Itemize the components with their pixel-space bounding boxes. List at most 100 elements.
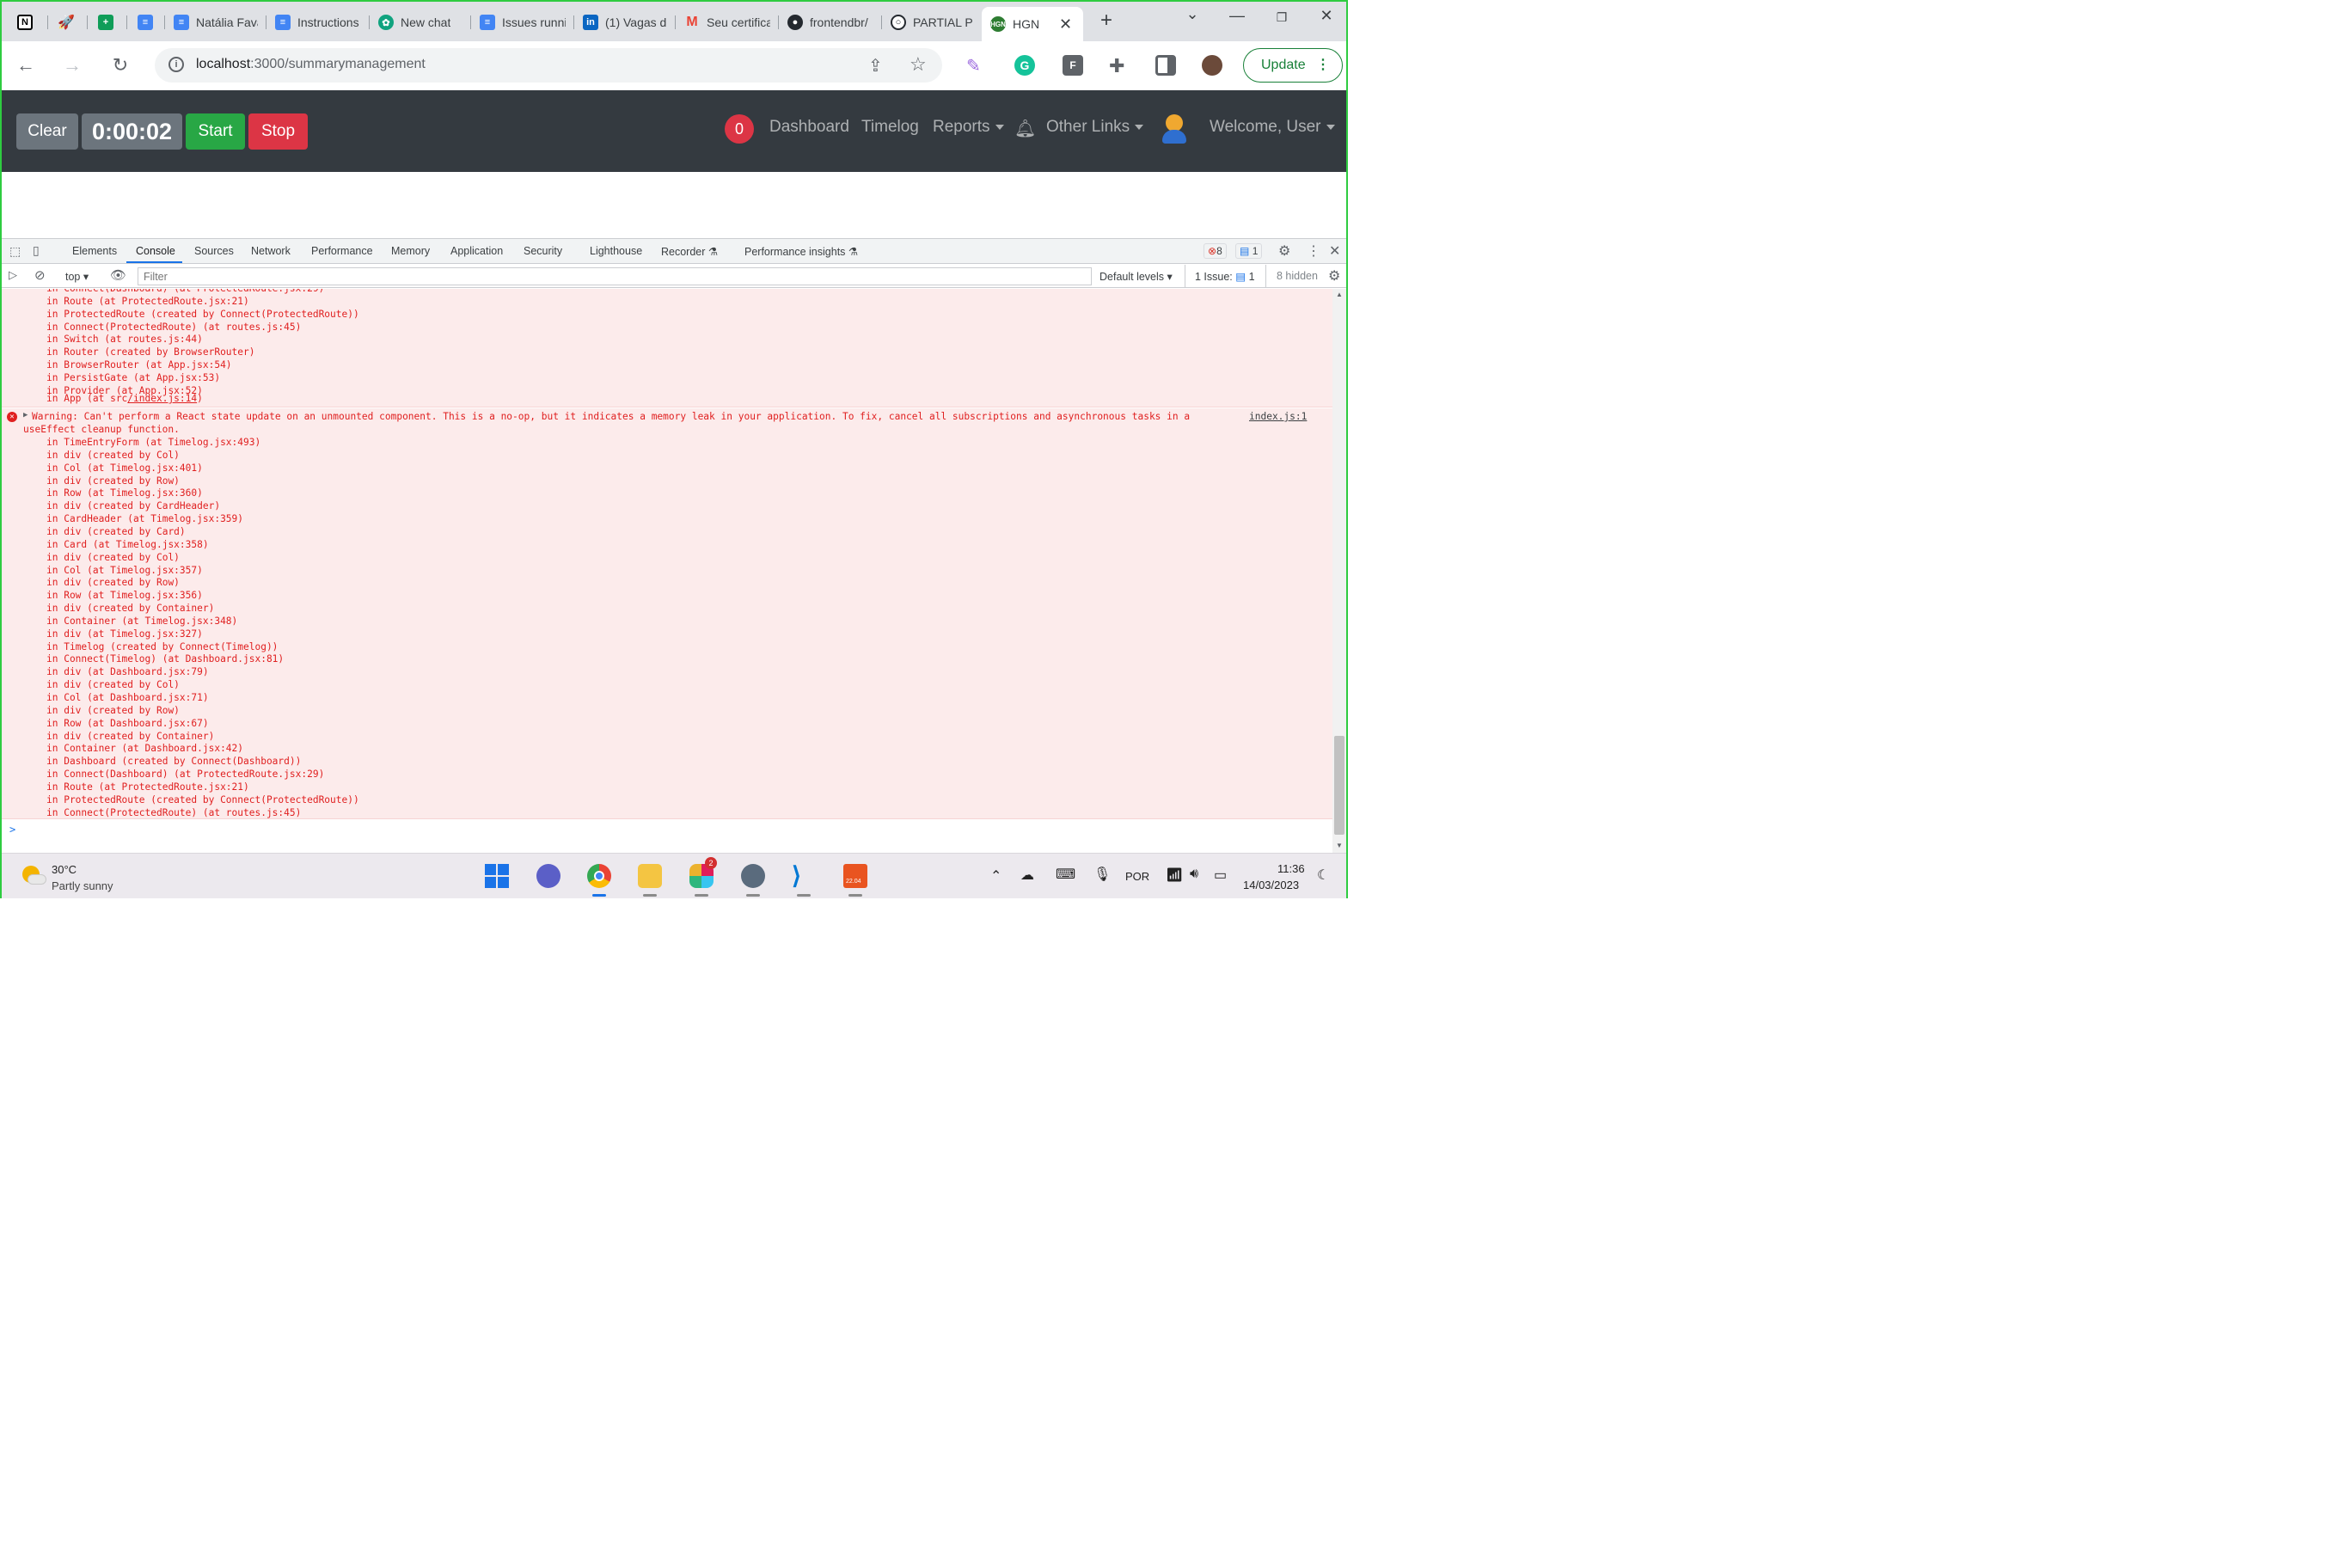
tab-github-partial[interactable]: ○ PARTIAL PR	[882, 9, 982, 36]
user-avatar-icon[interactable]	[1161, 113, 1188, 147]
close-tab-icon[interactable]: ✕	[1059, 15, 1072, 34]
grammarly-icon[interactable]: G	[1014, 55, 1035, 76]
do-not-disturb-moon-icon[interactable]: ☾	[1317, 867, 1329, 884]
new-tab-button[interactable]: +	[1093, 9, 1119, 33]
tab-new-chat[interactable]: ✿ New chat	[370, 9, 471, 36]
devtools-tab-lighthouse[interactable]: Lighthouse	[590, 245, 642, 257]
tab-natalia[interactable]: ≡ Natália Fava	[165, 9, 266, 36]
expand-triangle-icon[interactable]: ▶	[23, 411, 28, 420]
profile-avatar[interactable]	[1202, 55, 1222, 76]
ubuntu-icon[interactable]: 22.04	[843, 864, 867, 888]
devtools-tab-application[interactable]: Application	[450, 245, 503, 257]
minimize-icon[interactable]: —	[1224, 7, 1250, 25]
settings-icon[interactable]	[741, 864, 765, 888]
start-windows-icon[interactable]	[485, 864, 509, 888]
clock-time[interactable]: 11:36	[1277, 862, 1305, 875]
scroll-thumb[interactable]	[1334, 736, 1344, 835]
battery-icon[interactable]: ▭	[1214, 867, 1227, 884]
inspect-element-icon[interactable]: ⬚	[9, 244, 21, 259]
context-selector[interactable]: top ▾	[65, 270, 89, 283]
console-settings-gear-icon[interactable]: ⚙	[1328, 267, 1340, 285]
console-prompt[interactable]: >	[9, 824, 15, 836]
source-link[interactable]: /index.js:14	[127, 393, 197, 404]
nav-welcome-user[interactable]: Welcome, User	[1210, 118, 1335, 137]
tab-instructions[interactable]: ≡ Instructions	[266, 9, 370, 36]
vscode-icon[interactable]: ⟩	[792, 864, 816, 888]
devtools-tab-performance[interactable]: Performance	[311, 245, 373, 257]
back-icon[interactable]: ←	[14, 53, 38, 77]
weather-sun-icon[interactable]	[22, 866, 46, 888]
language-indicator[interactable]: POR	[1125, 870, 1149, 883]
console-filter-input[interactable]	[138, 267, 1092, 285]
scroll-up-icon[interactable]: ▲	[1336, 291, 1343, 298]
devtools-tab-memory[interactable]: Memory	[391, 245, 430, 257]
wifi-icon[interactable]: 📶︎	[1166, 867, 1183, 884]
issues-button[interactable]: 1 Issue: ▤ 1	[1195, 270, 1255, 283]
bell-icon[interactable]: 🔔︎	[1014, 118, 1036, 139]
devtools-tab-performance-insights[interactable]: Performance insights ⚗	[744, 245, 858, 258]
cloud-offline-icon[interactable]: ☁	[1020, 867, 1034, 884]
address-bar[interactable]: i localhost:3000/summarymanagement ⇪ ☆	[155, 48, 942, 83]
warning-source-link[interactable]: index.js:1	[1249, 410, 1307, 423]
devtools-menu-kebab-icon[interactable]: ⋮	[1307, 242, 1320, 260]
tab-linkedin[interactable]: in (1) Vagas de	[574, 9, 676, 36]
update-button[interactable]: Update ⋮	[1243, 48, 1343, 83]
tab-rocket[interactable]: 🚀	[50, 9, 88, 36]
tab-github-frontendbr[interactable]: ● frontendbr/	[779, 9, 882, 36]
sidebar-toggle-icon[interactable]: ▷	[9, 268, 17, 282]
nav-other-links[interactable]: Other Links	[1046, 118, 1144, 137]
error-count-badge[interactable]: ⊗8	[1204, 243, 1227, 259]
chrome-icon[interactable]	[587, 864, 611, 888]
microphone-icon[interactable]: 🎙︎	[1093, 866, 1111, 883]
start-button[interactable]: Start	[186, 113, 245, 150]
console-output[interactable]: in Connect(Dashboard) (at ProtectedRoute…	[2, 289, 1332, 854]
tab-gmail[interactable]: M Seu certifica	[676, 9, 779, 36]
show-hidden-icons-chevron-icon[interactable]: ⌃	[990, 867, 1001, 885]
reload-icon[interactable]: ↻	[108, 53, 132, 77]
teams-chat-icon[interactable]	[536, 864, 560, 888]
tab-search-chevron-icon[interactable]: ⌄	[1179, 5, 1205, 23]
volume-icon[interactable]: 🔊︎	[1190, 867, 1198, 882]
devtools-tab-elements[interactable]: Elements	[72, 245, 117, 257]
devtools-tab-security[interactable]: Security	[524, 245, 562, 257]
bookmark-star-icon[interactable]: ☆	[910, 53, 927, 76]
devtools-tab-console[interactable]: Console	[136, 245, 175, 257]
message-count-badge[interactable]: ▤ 1	[1235, 243, 1263, 259]
weather-temperature[interactable]: 30°C	[52, 863, 77, 876]
notification-count-badge[interactable]: 0	[725, 114, 754, 144]
stop-button[interactable]: Stop	[248, 113, 308, 150]
close-devtools-icon[interactable]: ✕	[1329, 242, 1340, 260]
tab-hgn-active[interactable]: HGN HGN ✕	[982, 7, 1083, 41]
slack-icon[interactable]: 2	[689, 857, 717, 888]
tab-sheets[interactable]: +	[89, 9, 127, 36]
pen-extension-icon[interactable]: ✎	[966, 55, 987, 76]
clock-date[interactable]: 14/03/2023	[1243, 879, 1299, 891]
tab-docs[interactable]: ≡	[129, 9, 165, 36]
side-panel-icon[interactable]	[1155, 55, 1176, 76]
settings-gear-icon[interactable]: ⚙	[1278, 242, 1290, 260]
live-expression-eye-icon[interactable]: 👁︎	[110, 267, 126, 283]
weather-description[interactable]: Partly sunny	[52, 879, 113, 892]
devtools-tab-recorder[interactable]: Recorder ⚗	[661, 245, 718, 258]
keyboard-icon[interactable]: ⌨	[1056, 866, 1075, 883]
nav-dashboard[interactable]: Dashboard	[769, 118, 849, 137]
f-extension-icon[interactable]: F	[1063, 55, 1083, 76]
tab-notion[interactable]: N	[9, 9, 48, 36]
nav-reports[interactable]: Reports	[933, 118, 1004, 137]
forward-icon[interactable]: →	[60, 53, 84, 77]
tab-issues[interactable]: ≡ Issues runni	[471, 9, 574, 36]
nav-timelog[interactable]: Timelog	[861, 118, 919, 137]
file-explorer-icon[interactable]	[638, 864, 662, 888]
devtools-tab-network[interactable]: Network	[251, 245, 291, 257]
default-levels-dropdown[interactable]: Default levels ▾	[1099, 270, 1173, 283]
restore-icon[interactable]: ❐	[1269, 10, 1295, 25]
close-window-icon[interactable]: ✕	[1314, 7, 1339, 25]
devtools-tab-sources[interactable]: Sources	[194, 245, 234, 257]
scroll-down-icon[interactable]: ▼	[1336, 842, 1343, 849]
device-toolbar-icon[interactable]: ▯	[33, 243, 40, 258]
clear-button[interactable]: Clear	[16, 113, 78, 150]
site-info-icon[interactable]: i	[168, 57, 184, 72]
extensions-puzzle-icon[interactable]: ✚	[1109, 55, 1130, 77]
clear-console-icon[interactable]: ⊘	[34, 267, 46, 283]
console-scrollbar[interactable]: ▲ ▼	[1332, 289, 1346, 854]
